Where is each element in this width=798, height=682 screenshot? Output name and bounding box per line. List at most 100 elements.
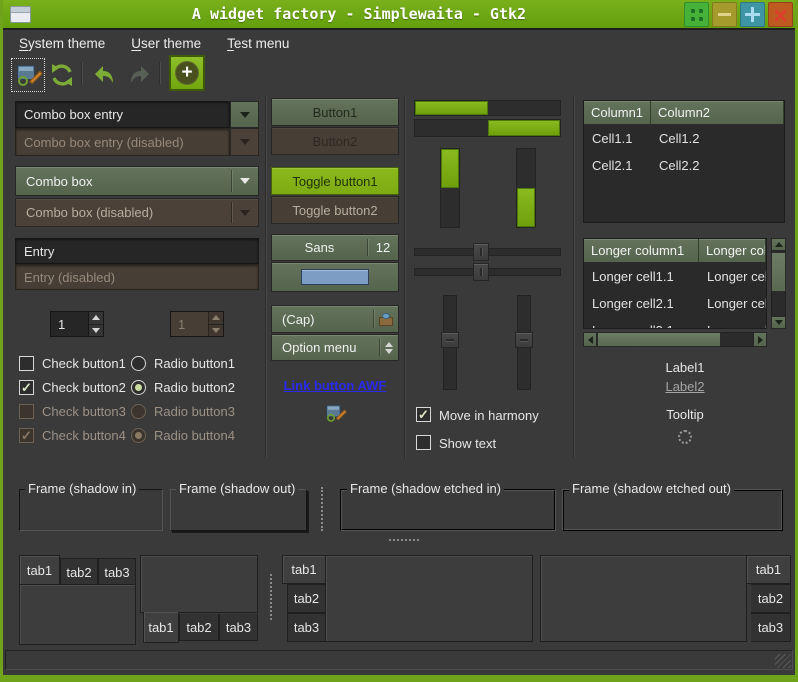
nb3-tab2[interactable]: tab2 bbox=[287, 584, 325, 613]
combo-box[interactable]: Combo box bbox=[15, 166, 259, 196]
nb1-tab1[interactable]: tab1 bbox=[19, 555, 60, 585]
frame-label: Frame (shadow etched out) bbox=[569, 481, 734, 496]
button2: Button2 bbox=[271, 127, 399, 155]
close-icon: × bbox=[772, 5, 789, 25]
horizontal-scrollbar-thumb[interactable] bbox=[597, 332, 721, 347]
font-family-label: Sans bbox=[272, 240, 367, 255]
cell: Cell2.1 bbox=[584, 152, 651, 179]
column-header[interactable]: Longer column1 bbox=[584, 239, 699, 263]
label2: Label2 bbox=[579, 379, 791, 394]
check-button-1-label: Check button1 bbox=[42, 356, 126, 371]
menu-test-menu[interactable]: Test menu bbox=[221, 33, 295, 54]
cell: Cell1.2 bbox=[651, 125, 784, 152]
maximize-button[interactable] bbox=[740, 2, 765, 27]
label1: Label1 bbox=[579, 360, 791, 375]
tab-label: tab1 bbox=[291, 562, 316, 577]
nb3-tab3[interactable]: tab3 bbox=[287, 613, 325, 642]
link-button[interactable]: Link button AWF bbox=[271, 378, 399, 393]
hscale-1-handle[interactable] bbox=[473, 243, 489, 261]
entry[interactable]: Entry bbox=[15, 238, 259, 264]
table-row[interactable]: Cell1.1 Cell1.2 bbox=[584, 125, 784, 152]
menu-system-theme[interactable]: System theme bbox=[13, 33, 111, 54]
nb1-tab2[interactable]: tab2 bbox=[60, 558, 98, 585]
nb2-tab2[interactable]: tab2 bbox=[179, 614, 219, 641]
button2-label: Button2 bbox=[313, 134, 358, 149]
cap-button[interactable]: (Cap) bbox=[271, 305, 399, 333]
show-text-checkbox[interactable] bbox=[416, 435, 431, 450]
nb4-tab3[interactable]: tab3 bbox=[751, 613, 791, 642]
table-row[interactable]: Cell2.1 Cell2.2 bbox=[584, 152, 784, 179]
font-button[interactable]: Sans 12 bbox=[271, 234, 399, 261]
menu-user-theme[interactable]: User theme bbox=[125, 33, 207, 54]
resize-grip[interactable] bbox=[775, 654, 791, 668]
scroll-right-button[interactable] bbox=[753, 332, 767, 347]
color-button[interactable] bbox=[271, 262, 399, 292]
nb2-tab3[interactable]: tab3 bbox=[219, 614, 258, 641]
check-button-1[interactable] bbox=[19, 356, 34, 371]
nb2-tab1[interactable]: tab1 bbox=[143, 612, 179, 643]
vscale-2-handle[interactable] bbox=[515, 332, 533, 348]
treeview-1[interactable]: Column1 Column2 Cell1.1 Cell1.2 Cell2.1 … bbox=[583, 100, 785, 223]
spin-up-button bbox=[209, 312, 223, 325]
nb3-tab1[interactable]: tab1 bbox=[282, 555, 325, 584]
pixbuf-icon bbox=[379, 313, 393, 326]
window-menu-icon[interactable] bbox=[10, 6, 31, 23]
awf-window: A widget factory - Simplewaita - Gtk2 × … bbox=[0, 0, 798, 682]
spin-button[interactable]: 1 bbox=[50, 311, 104, 337]
table-row[interactable]: Longer cell1.1 Longer cell1.2 bbox=[584, 263, 766, 290]
cell: Longer cell2.1 bbox=[584, 290, 699, 317]
nb1-tab3[interactable]: tab3 bbox=[98, 558, 136, 585]
titlebar[interactable]: A widget factory - Simplewaita - Gtk2 × bbox=[0, 0, 798, 30]
toolbar-separator bbox=[81, 62, 83, 84]
nb4-tab2[interactable]: tab2 bbox=[751, 584, 791, 613]
spin-down-button[interactable] bbox=[89, 325, 103, 337]
check-icon: ✓ bbox=[21, 381, 32, 394]
tab-label: tab1 bbox=[27, 563, 52, 578]
arrow-left-icon bbox=[588, 336, 593, 344]
nb4-tab1[interactable]: tab1 bbox=[747, 555, 791, 584]
radio-button-2[interactable] bbox=[131, 380, 146, 395]
toolbar-add-button[interactable]: + bbox=[169, 55, 205, 91]
column-header[interactable]: Longer column2 bbox=[699, 239, 766, 263]
shade-button[interactable] bbox=[684, 2, 709, 27]
toolbar-undo-button[interactable] bbox=[89, 60, 119, 90]
horizontal-separator bbox=[389, 539, 419, 541]
spinner-icon bbox=[678, 430, 692, 444]
spin-disabled-value: 1 bbox=[171, 312, 208, 336]
button1[interactable]: Button1 bbox=[271, 98, 399, 126]
treeview-2[interactable]: Longer column1 Longer column2 Longer cel… bbox=[583, 238, 767, 329]
radio-button-4-label: Radio button4 bbox=[154, 428, 235, 443]
spin-up-button[interactable] bbox=[89, 312, 103, 325]
frame-label: Frame (shadow etched in) bbox=[347, 481, 504, 496]
combo-box-entry[interactable]: Combo box entry bbox=[15, 101, 230, 128]
awf-image bbox=[323, 402, 347, 424]
undo-icon bbox=[91, 62, 117, 88]
minimize-button[interactable] bbox=[712, 2, 737, 27]
check-button-3 bbox=[19, 404, 34, 419]
vscale-1-handle[interactable] bbox=[441, 332, 459, 348]
option-menu[interactable]: Option menu bbox=[271, 334, 399, 361]
check-button-2[interactable]: ✓ bbox=[19, 380, 34, 395]
move-in-harmony-checkbox[interactable]: ✓ bbox=[416, 407, 431, 422]
radio-button-1[interactable] bbox=[131, 356, 146, 371]
scroll-down-button[interactable] bbox=[771, 316, 786, 329]
hscale-2-handle[interactable] bbox=[473, 263, 489, 281]
close-button[interactable]: × bbox=[768, 2, 793, 27]
combo-box-entry-arrow-button[interactable] bbox=[230, 101, 259, 128]
toolbar-logo-button[interactable] bbox=[13, 60, 43, 90]
table-row[interactable]: Longer cell2.1 Longer cell2.2 bbox=[584, 290, 766, 317]
column-header[interactable]: Column2 bbox=[651, 101, 784, 125]
column-header[interactable]: Column1 bbox=[584, 101, 651, 125]
shade-icon bbox=[691, 9, 695, 13]
toolbar-refresh-button[interactable] bbox=[47, 60, 77, 90]
toggle-button1-label: Toggle button1 bbox=[292, 174, 377, 189]
nb2-content bbox=[140, 555, 258, 613]
scroll-left-button[interactable] bbox=[583, 332, 597, 347]
vertical-separator bbox=[321, 487, 323, 531]
table-row[interactable]: Longer cell3.1 Longer cell3.2 bbox=[584, 317, 766, 329]
radio-dot-icon bbox=[135, 384, 142, 391]
menu-system-theme-mnemonic: S bbox=[19, 36, 28, 51]
scroll-up-button[interactable] bbox=[771, 238, 786, 251]
toggle-button1[interactable]: Toggle button1 bbox=[271, 167, 399, 195]
vertical-scrollbar-thumb[interactable] bbox=[771, 252, 786, 292]
